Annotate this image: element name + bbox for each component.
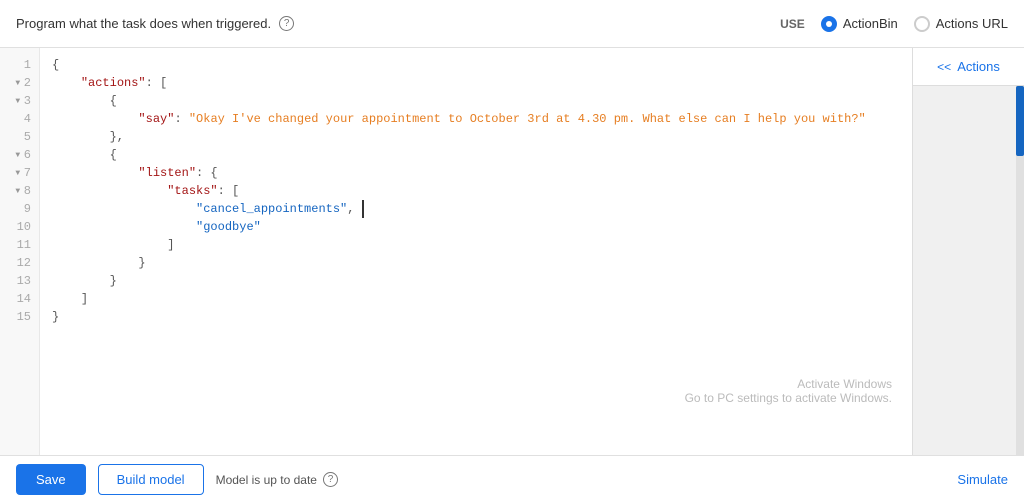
use-label: USE <box>780 17 805 31</box>
line-num-2: ▼ 2 <box>0 74 39 92</box>
footer: Save Build model Model is up to date ? S… <box>0 455 1024 503</box>
code-line-6: { <box>52 146 900 164</box>
line-num-5: 5 <box>0 128 39 146</box>
code-line-8: "tasks": [ <box>52 182 900 200</box>
actions-tab-label: Actions <box>957 59 1000 74</box>
line-arrow-6: ▼ <box>14 151 22 160</box>
code-line-1: { <box>52 56 900 74</box>
code-line-12: } <box>52 254 900 272</box>
radio-actionbin-circle[interactable] <box>821 16 837 32</box>
radio-actions-url-circle[interactable] <box>914 16 930 32</box>
line-num-10: 10 <box>0 218 39 236</box>
right-panel: << Actions <box>912 48 1024 455</box>
line-num-3: ▼ 3 <box>0 92 39 110</box>
code-line-11: ] <box>52 236 900 254</box>
header-help-icon[interactable]: ? <box>279 16 294 31</box>
scrollbar-thumb[interactable] <box>1016 86 1024 156</box>
code-line-9: "cancel_appointments", <box>52 200 900 218</box>
code-line-2: "actions": [ <box>52 74 900 92</box>
line-arrow-2: ▼ <box>14 79 22 88</box>
code-line-4: "say": "Okay I've changed your appointme… <box>52 110 900 128</box>
scrollbar-area <box>913 86 1024 455</box>
status-text: Model is up to date <box>216 473 317 487</box>
status-area: Model is up to date ? <box>216 472 338 487</box>
simulate-button[interactable]: Simulate <box>957 472 1008 487</box>
line-num-13: 13 <box>0 272 39 290</box>
line-arrow-3: ▼ <box>14 97 22 106</box>
line-num-7: ▼ 7 <box>0 164 39 182</box>
code-line-5: }, <box>52 128 900 146</box>
status-help-icon[interactable]: ? <box>323 472 338 487</box>
line-num-11: 11 <box>0 236 39 254</box>
header-left: Program what the task does when triggere… <box>16 16 294 31</box>
radio-actionbin-label: ActionBin <box>843 16 898 31</box>
build-model-button[interactable]: Build model <box>98 464 204 495</box>
line-num-8: ▼ 8 <box>0 182 39 200</box>
editor-area[interactable]: 1 ▼ 2 ▼ 3 4 5 ▼ 6 ▼ <box>0 48 912 455</box>
chevron-left-icon: << <box>937 60 951 74</box>
code-line-14: ] <box>52 290 900 308</box>
code-line-10: "goodbye" <box>52 218 900 236</box>
main-content: 1 ▼ 2 ▼ 3 4 5 ▼ 6 ▼ <box>0 48 1024 455</box>
radio-actionbin[interactable]: ActionBin <box>821 16 898 32</box>
actions-tab[interactable]: << Actions <box>913 48 1024 86</box>
header-bar: Program what the task does when triggere… <box>0 0 1024 48</box>
line-arrow-8: ▼ <box>14 187 22 196</box>
line-num-14: 14 <box>0 290 39 308</box>
line-num-1: 1 <box>0 56 39 74</box>
code-editor[interactable]: { "actions": [ { "say": "Okay I've chang… <box>40 48 912 455</box>
code-line-7: "listen": { <box>52 164 900 182</box>
line-arrow-7: ▼ <box>14 169 22 178</box>
line-num-6: ▼ 6 <box>0 146 39 164</box>
radio-actions-url-label: Actions URL <box>936 16 1008 31</box>
line-num-12: 12 <box>0 254 39 272</box>
save-button[interactable]: Save <box>16 464 86 495</box>
radio-actions-url[interactable]: Actions URL <box>914 16 1008 32</box>
line-num-4: 4 <box>0 110 39 128</box>
code-line-15: } <box>52 308 900 326</box>
code-line-3: { <box>52 92 900 110</box>
code-line-13: } <box>52 272 900 290</box>
scrollbar-track[interactable] <box>1016 86 1024 455</box>
header-right: USE ActionBin Actions URL <box>780 16 1008 32</box>
line-numbers: 1 ▼ 2 ▼ 3 4 5 ▼ 6 ▼ <box>0 48 40 455</box>
header-description: Program what the task does when triggere… <box>16 16 271 31</box>
line-num-9: 9 <box>0 200 39 218</box>
line-num-15: 15 <box>0 308 39 326</box>
